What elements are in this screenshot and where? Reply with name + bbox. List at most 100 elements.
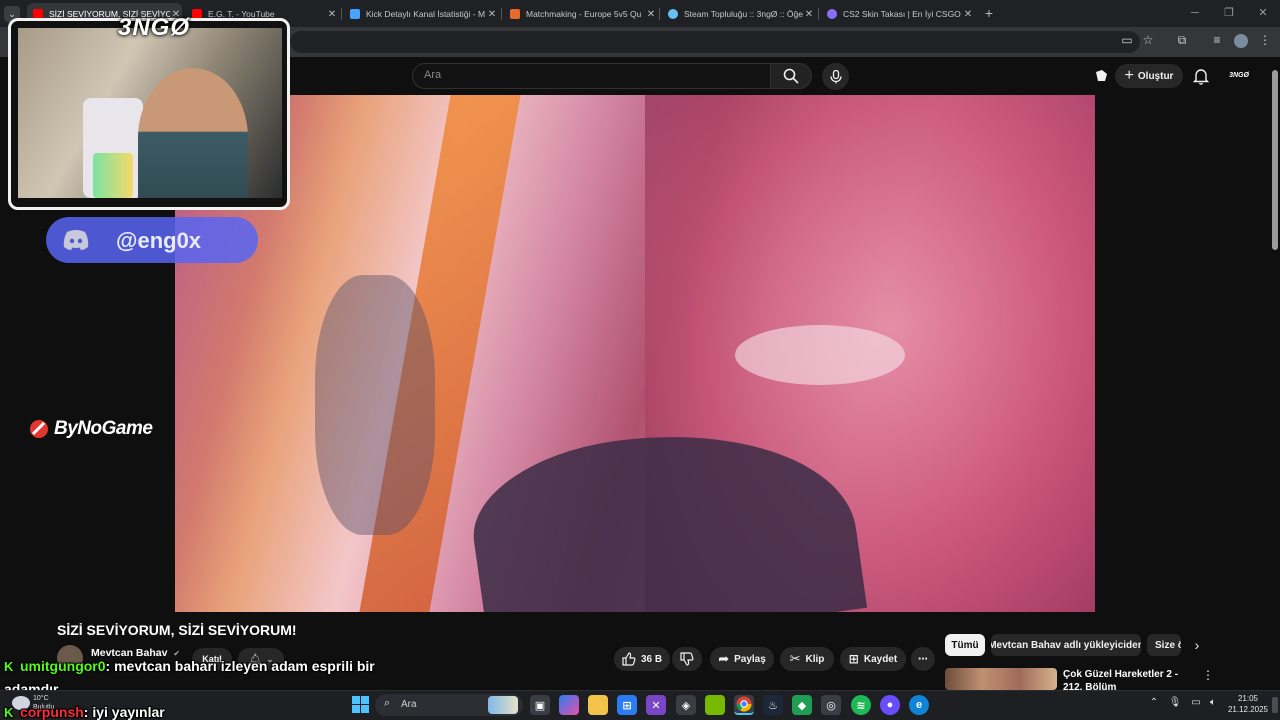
search-button[interactable] bbox=[770, 63, 812, 89]
cs-app-icon[interactable]: ◆ bbox=[792, 695, 812, 715]
bookmark-star-icon[interactable]: ☆ bbox=[1139, 33, 1157, 47]
video-frame-region bbox=[735, 325, 905, 385]
close-tab-icon[interactable]: ✕ bbox=[962, 9, 974, 20]
unity-hub-icon[interactable]: ◈ bbox=[676, 695, 696, 715]
premium-sparkle-icon[interactable] bbox=[1093, 68, 1109, 84]
tab-title: CS2 Skin Takası | En İyi CSGO B bbox=[843, 9, 962, 19]
obs-icon[interactable]: ● bbox=[880, 695, 900, 715]
minimize-button[interactable]: ─ bbox=[1178, 0, 1212, 27]
streamer-logo: 3NGØ bbox=[118, 14, 191, 41]
chevron-right-icon[interactable]: › bbox=[1190, 637, 1204, 653]
chrome-icon[interactable] bbox=[734, 695, 754, 715]
chip-all[interactable]: Tümü bbox=[945, 634, 985, 656]
scrollbar-thumb[interactable] bbox=[1272, 70, 1278, 250]
tab-cs2-skin[interactable]: CS2 Skin Takası | En İyi CSGO B ✕ bbox=[821, 3, 974, 25]
tab-title: Kick Detaylı Kanal İstatistiği - M bbox=[366, 9, 486, 19]
cast-icon[interactable]: ▭ bbox=[1118, 33, 1136, 47]
close-tab-icon[interactable]: ✕ bbox=[486, 9, 498, 20]
tab-steam[interactable]: Steam Topluluğu :: 3ngØ :: Öğe ✕ bbox=[662, 3, 815, 25]
microphone-icon bbox=[829, 69, 842, 83]
like-button[interactable]: 36 B bbox=[614, 647, 670, 671]
chip-for-you[interactable]: Size ö bbox=[1147, 634, 1181, 656]
create-button[interactable]: + Oluştur bbox=[1115, 64, 1183, 88]
video-title: SİZİ SEVİYORUM, SİZİ SEVİYORUM! bbox=[57, 622, 297, 638]
clip-button[interactable]: ✂ Klip bbox=[780, 647, 834, 671]
thumbs-down-icon bbox=[680, 652, 694, 666]
faceit-favicon-icon bbox=[510, 9, 520, 19]
sponsor-mark-icon bbox=[30, 420, 48, 438]
windows-taskbar bbox=[0, 690, 1280, 720]
tab-separator bbox=[341, 8, 342, 20]
video-player[interactable] bbox=[175, 95, 1095, 612]
steam-icon[interactable]: ♨ bbox=[763, 695, 783, 715]
search-placeholder: Ara bbox=[424, 69, 442, 81]
show-desktop-button[interactable] bbox=[1272, 697, 1278, 713]
profile-avatar[interactable] bbox=[1234, 34, 1248, 48]
discord-taskbar-icon[interactable]: ◎ bbox=[821, 695, 841, 715]
like-count: 36 B bbox=[640, 653, 663, 665]
extensions-icon[interactable]: ⧉ bbox=[1173, 33, 1191, 48]
x-app-icon[interactable]: ✕ bbox=[646, 695, 666, 715]
streamer bbox=[138, 68, 248, 198]
recommended-video-title[interactable]: Çok Güzel Hareketler 2 - 212. Bölüm bbox=[1063, 668, 1198, 690]
close-window-button[interactable]: ✕ bbox=[1246, 0, 1280, 27]
address-bar[interactable] bbox=[290, 31, 1140, 53]
save-label: Kaydet bbox=[863, 653, 898, 665]
right-margin bbox=[1095, 95, 1270, 612]
media-control-icon[interactable]: ≡ bbox=[1208, 33, 1226, 47]
stats-favicon-icon bbox=[350, 9, 360, 19]
discord-handle: @eng0x bbox=[116, 228, 202, 253]
edge-icon[interactable]: e bbox=[909, 695, 929, 715]
more-actions-button[interactable]: ⋯ bbox=[911, 647, 935, 671]
window-controls: ─ ❐ ✕ bbox=[1178, 0, 1280, 27]
discord-icon bbox=[63, 230, 89, 250]
tab-separator bbox=[501, 8, 502, 20]
chat-text: : mevtcan baharı izleyen adam esprili bi… bbox=[105, 658, 375, 674]
kick-logo-icon: K bbox=[4, 705, 14, 720]
windows-start-icon[interactable] bbox=[352, 696, 369, 713]
spotify-icon[interactable]: ≋ bbox=[851, 695, 871, 715]
tab-title: Steam Topluluğu :: 3ngØ :: Öğe bbox=[684, 9, 803, 19]
tray-overflow-icon[interactable]: ⌃ bbox=[1147, 697, 1161, 708]
close-tab-icon[interactable]: ✕ bbox=[645, 9, 657, 20]
taskbar-search-icon: ⌕ bbox=[384, 697, 391, 709]
task-view-icon[interactable]: ▣ bbox=[530, 695, 550, 715]
close-tab-icon[interactable]: ✕ bbox=[326, 9, 338, 20]
share-icon: ➦ bbox=[718, 651, 730, 666]
share-button[interactable]: ➦ Paylaş bbox=[710, 647, 774, 671]
rgb-light bbox=[93, 153, 133, 198]
close-tab-icon[interactable]: ✕ bbox=[803, 9, 815, 20]
save-playlist-icon: ⊞ bbox=[848, 652, 859, 666]
tray-volume-icon[interactable]: 🔈︎ bbox=[1206, 697, 1220, 708]
copilot-icon[interactable] bbox=[559, 695, 579, 715]
file-explorer-icon[interactable] bbox=[588, 695, 608, 715]
tab-matchmaking[interactable]: Matchmaking - Europe 5v5 Qu ✕ bbox=[504, 3, 657, 25]
notifications-bell-icon[interactable] bbox=[1192, 67, 1210, 85]
taskbar-clock[interactable]: 21:05 21.12.2025 bbox=[1226, 693, 1270, 715]
account-avatar[interactable]: 3NGØ bbox=[1228, 67, 1250, 85]
new-tab-button[interactable]: + bbox=[981, 5, 997, 21]
chip-from-uploader[interactable]: Mevtcan Bahav adlı yükleyiciden bbox=[991, 634, 1141, 656]
dislike-button[interactable] bbox=[672, 647, 702, 671]
save-button[interactable]: ⊞ Kaydet bbox=[840, 647, 906, 671]
search-highlight-icon bbox=[488, 696, 518, 714]
taskbar-search-placeholder: Ara bbox=[401, 699, 417, 710]
sponsor-name: ByNoGame bbox=[54, 418, 153, 439]
tray-network-icon[interactable]: ▭ bbox=[1189, 697, 1203, 708]
voice-search-button[interactable] bbox=[822, 63, 849, 90]
sponsor-logo: ByNoGame bbox=[28, 418, 153, 440]
create-label: Oluştur bbox=[1137, 70, 1174, 82]
tray-microphone-icon[interactable]: 🎙︎ bbox=[1168, 697, 1182, 708]
recommended-video-thumbnail[interactable] bbox=[945, 668, 1057, 690]
search-input[interactable] bbox=[412, 63, 770, 89]
tab-kick-stats[interactable]: Kick Detaylı Kanal İstatistiği - M ✕ bbox=[344, 3, 498, 25]
microsoft-store-icon[interactable]: ⊞ bbox=[617, 695, 637, 715]
recommended-menu-icon[interactable]: ⋮ bbox=[1202, 668, 1214, 682]
browser-menu-icon[interactable]: ⋮ bbox=[1256, 33, 1274, 47]
maximize-button[interactable]: ❐ bbox=[1212, 0, 1246, 27]
nvidia-icon[interactable] bbox=[705, 695, 725, 715]
clock-time: 21:05 bbox=[1237, 694, 1259, 703]
tab-separator bbox=[818, 8, 819, 20]
plus-icon: + bbox=[1124, 67, 1134, 84]
chat-message: Kumitgungor0: mevtcan baharı izleyen ada… bbox=[4, 658, 375, 674]
